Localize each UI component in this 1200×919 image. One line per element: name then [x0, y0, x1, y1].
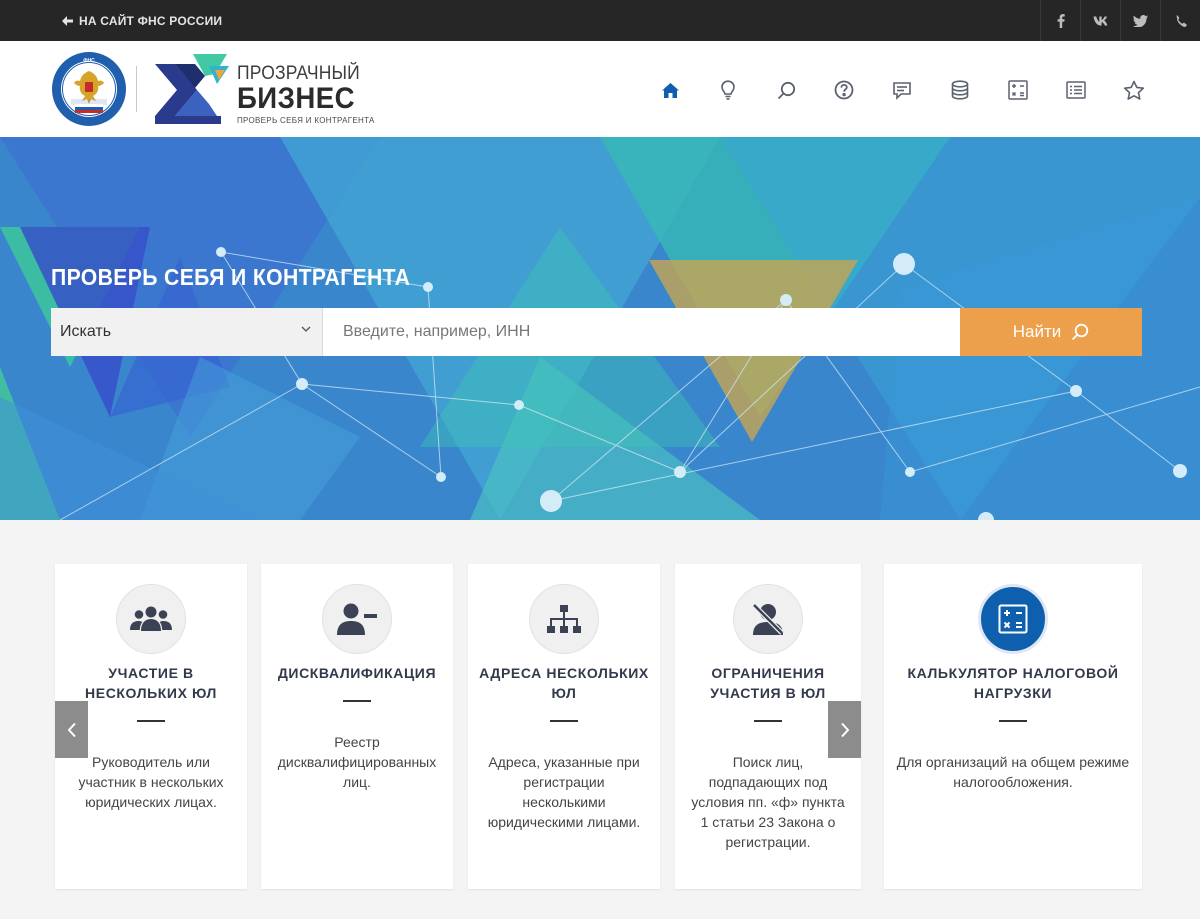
database-icon[interactable]	[931, 77, 989, 103]
brand-text: ПРОЗРАЧНЫЙ БИЗНЕС ПРОВЕРЬ СЕБЯ И КОНТРАГ…	[237, 64, 375, 125]
fns-emblem-logo[interactable]: ФНС	[51, 51, 127, 132]
card-description: Поиск лиц, подпадающих под условия пп. «…	[691, 754, 845, 850]
brand-line2: БИЗНЕС	[237, 82, 356, 115]
card-divider	[137, 720, 165, 722]
chevron-left-icon	[67, 722, 76, 737]
user-slash-icon	[733, 584, 803, 654]
home-icon[interactable]	[641, 77, 699, 103]
card-description: Реестр дисквалифицированных лиц.	[277, 734, 437, 790]
list-icon[interactable]	[1047, 77, 1105, 103]
star-icon[interactable]	[1105, 77, 1163, 103]
search-button-label: Найти	[1012, 322, 1062, 341]
brand-tagline: ПРОВЕРЬ СЕБЯ И КОНТРАГЕНТА	[237, 116, 375, 125]
search-bar: Искать Найти	[51, 308, 1142, 356]
search-type-value: Искать	[60, 323, 112, 340]
card-description: Для организаций на общем режиме налогооб…	[896, 754, 1130, 790]
chevron-down-icon	[301, 326, 311, 332]
header-divider	[136, 66, 137, 112]
header: ФНС ПРОЗРАЧНЫЙ БИЗНЕС ПРОВЕРЬ СЕБЯ И КОН…	[0, 41, 1200, 137]
card-title: КАЛЬКУЛЯТОР НАЛОГОВОЙ НАГРУЗКИ	[907, 665, 1119, 701]
carousel-prev-button[interactable]	[55, 701, 88, 758]
card-divider	[343, 700, 371, 702]
chevron-right-icon	[840, 722, 849, 737]
twitter-icon[interactable]	[1120, 0, 1160, 41]
card-title: ДИСКВАЛИФИКАЦИЯ	[277, 665, 437, 681]
search-type-select[interactable]: Искать	[51, 308, 323, 356]
calculator-icon[interactable]	[989, 77, 1047, 103]
chat-icon[interactable]	[873, 77, 931, 103]
social-links	[1040, 0, 1200, 41]
main-nav	[641, 77, 1163, 103]
vk-icon[interactable]	[1080, 0, 1120, 41]
people-group-icon	[116, 584, 186, 654]
phone-icon[interactable]	[1160, 0, 1200, 41]
card-divider	[754, 720, 782, 722]
search-button[interactable]: Найти	[960, 308, 1142, 356]
card-disqualification[interactable]: ДИСКВАЛИФИКАЦИЯ Реестр дисквалифицирован…	[261, 564, 453, 889]
prozrachny-biznes-logo[interactable]	[153, 52, 233, 131]
card-description: Руководитель или участник в нескольких ю…	[78, 754, 224, 810]
search-icon[interactable]	[757, 77, 815, 103]
top-bar: НА САЙТ ФНС РОССИИ	[0, 0, 1200, 41]
lightbulb-icon[interactable]	[699, 77, 757, 103]
card-description: Адреса, указанные при регистрации нескол…	[487, 754, 641, 830]
card-divider	[999, 720, 1027, 722]
search-input[interactable]	[323, 308, 960, 356]
help-icon[interactable]	[815, 77, 873, 103]
card-addresses[interactable]: АДРЕСА НЕСКОЛЬКИХ ЮЛ Адреса, указанные п…	[468, 564, 660, 889]
services-carousel: УЧАСТИЕ В НЕСКОЛЬКИХ ЮЛ Руководитель или…	[0, 520, 1200, 919]
arrow-left-icon	[62, 15, 73, 26]
card-title: АДРЕСА НЕСКОЛЬКИХ ЮЛ	[479, 665, 649, 701]
brand-line1: ПРОЗРАЧНЫЙ	[237, 63, 360, 84]
fns-site-link-label: НА САЙТ ФНС РОССИИ	[79, 13, 223, 28]
fns-site-link[interactable]: НА САЙТ ФНС РОССИИ	[62, 0, 222, 41]
facebook-icon[interactable]	[1040, 0, 1080, 41]
calculator-icon	[978, 584, 1048, 654]
svg-text:ФНС: ФНС	[83, 58, 95, 64]
card-title: ОГРАНИЧЕНИЯ УЧАСТИЯ В ЮЛ	[710, 665, 826, 701]
search-icon	[1072, 323, 1089, 341]
user-minus-icon	[322, 584, 392, 654]
card-tax-calculator[interactable]: КАЛЬКУЛЯТОР НАЛОГОВОЙ НАГРУЗКИ Для орган…	[884, 564, 1142, 889]
carousel-next-button[interactable]	[828, 701, 861, 758]
hierarchy-icon	[529, 584, 599, 654]
hero-banner: ПРОВЕРЬ СЕБЯ И КОНТРАГЕНТА Искать Найти	[0, 137, 1200, 520]
card-title: УЧАСТИЕ В НЕСКОЛЬКИХ ЮЛ	[85, 665, 217, 701]
hero-title: ПРОВЕРЬ СЕБЯ И КОНТРАГЕНТА	[51, 264, 411, 290]
card-divider	[550, 720, 578, 722]
